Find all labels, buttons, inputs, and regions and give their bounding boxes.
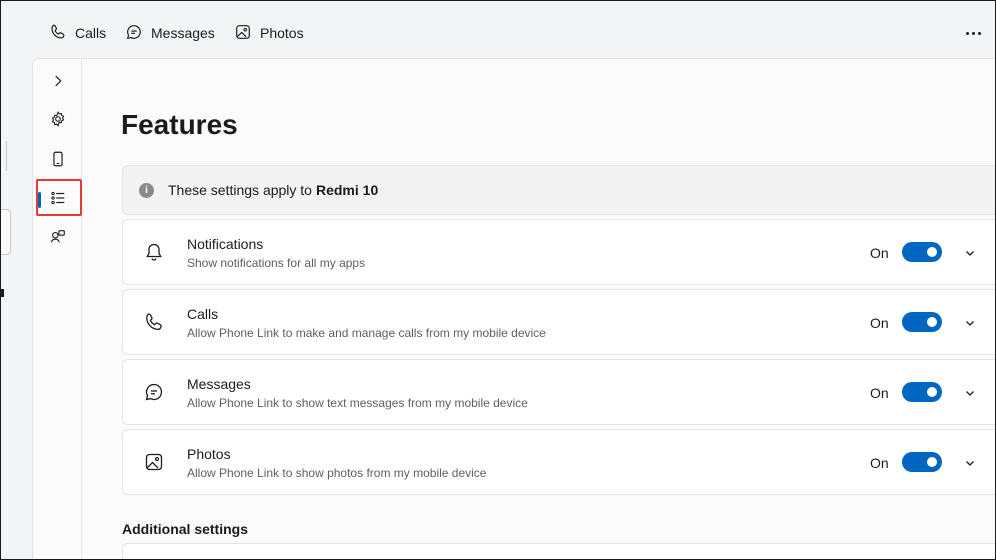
feature-description: Show notifications for all my apps bbox=[187, 256, 366, 270]
phone-icon bbox=[143, 311, 165, 333]
tab-photos-label: Photos bbox=[260, 25, 304, 41]
feature-card-notifications[interactable]: Notifications Show notifications for all… bbox=[122, 219, 995, 285]
toggle-state-label: On bbox=[870, 385, 889, 401]
message-icon bbox=[143, 381, 165, 403]
nav-item-general[interactable] bbox=[42, 105, 74, 137]
tab-messages-label: Messages bbox=[151, 25, 215, 41]
photos-toggle[interactable] bbox=[902, 452, 942, 472]
info-icon: i bbox=[139, 182, 154, 198]
feature-card-calls[interactable]: Calls Allow Phone Link to make and manag… bbox=[122, 289, 995, 355]
feature-title: Messages bbox=[187, 376, 251, 392]
phone-icon bbox=[49, 23, 67, 44]
tab-calls-label: Calls bbox=[75, 25, 107, 41]
feature-title: Calls bbox=[187, 306, 219, 322]
chevron-down-icon[interactable] bbox=[963, 456, 977, 470]
more-button[interactable] bbox=[959, 21, 987, 45]
feature-card-messages[interactable]: Messages Allow Phone Link to show text m… bbox=[122, 359, 995, 425]
feature-description: Allow Phone Link to show text messages f… bbox=[187, 396, 528, 410]
messages-toggle[interactable] bbox=[902, 382, 942, 402]
toggle-state-label: On bbox=[870, 315, 889, 331]
mobile-device-icon bbox=[49, 150, 67, 173]
highlight-box bbox=[36, 179, 82, 216]
personalization-icon bbox=[49, 228, 67, 251]
settings-sidenav bbox=[33, 59, 82, 559]
photo-icon bbox=[143, 451, 165, 473]
device-name: Redmi 10 bbox=[315, 182, 379, 198]
chevron-down-icon[interactable] bbox=[963, 246, 977, 260]
toggle-state-label: On bbox=[870, 455, 889, 471]
feature-card-photos[interactable]: Photos Allow Phone Link to show photos f… bbox=[122, 429, 995, 495]
info-text: These settings apply to bbox=[168, 182, 312, 198]
app-window: Calls Messages Photos Features i These s… bbox=[0, 0, 996, 560]
bell-icon bbox=[143, 241, 165, 263]
tab-photos[interactable]: Photos bbox=[226, 18, 312, 48]
notifications-toggle[interactable] bbox=[902, 242, 942, 262]
feature-title: Photos bbox=[187, 446, 231, 462]
feature-description: Allow Phone Link to show photos from my … bbox=[187, 466, 487, 480]
settings-panel: Features i These settings apply to Redmi… bbox=[32, 58, 995, 559]
nav-item-personalization[interactable] bbox=[42, 223, 74, 255]
toggle-state-label: On bbox=[870, 245, 889, 261]
calls-toggle[interactable] bbox=[902, 312, 942, 332]
background-window-edge bbox=[1, 141, 7, 171]
message-icon bbox=[125, 23, 143, 44]
background-window-edge bbox=[1, 289, 4, 297]
nav-item-device[interactable] bbox=[42, 145, 74, 177]
chevron-down-icon[interactable] bbox=[963, 386, 977, 400]
expand-nav-button[interactable] bbox=[42, 67, 74, 99]
tab-messages[interactable]: Messages bbox=[117, 18, 223, 48]
photo-icon bbox=[234, 23, 252, 44]
top-bar: Calls Messages Photos bbox=[1, 1, 995, 58]
page-title: Features bbox=[121, 109, 238, 140]
additional-settings-heading: Additional settings bbox=[122, 521, 248, 537]
additional-settings-card[interactable] bbox=[122, 543, 995, 559]
feature-description: Allow Phone Link to make and manage call… bbox=[187, 326, 546, 340]
device-info-bar: i These settings apply to Redmi 10 bbox=[122, 165, 995, 215]
feature-title: Notifications bbox=[187, 236, 264, 252]
background-window-edge bbox=[1, 209, 11, 255]
chevron-right-icon bbox=[49, 72, 67, 95]
tab-calls[interactable]: Calls bbox=[41, 18, 114, 48]
gear-icon bbox=[49, 110, 67, 133]
chevron-down-icon[interactable] bbox=[963, 316, 977, 330]
